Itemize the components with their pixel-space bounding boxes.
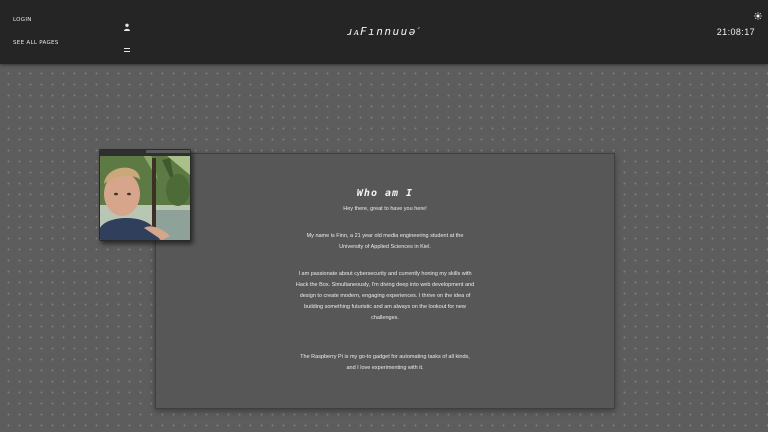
menu-icon[interactable] — [123, 39, 131, 52]
about-card: Who am I Hey there, great to have you he… — [155, 153, 615, 409]
sun-icon[interactable] — [754, 5, 762, 20]
profile-photo — [99, 149, 191, 241]
see-all-pages-link[interactable]: SEE ALL PAGES — [13, 40, 59, 46]
user-icon[interactable] — [123, 16, 131, 31]
login-link[interactable]: LOGIN — [13, 17, 32, 23]
greeting-text: Hey there, great to have you here! — [343, 206, 427, 212]
raspberry-pi-paragraph: The Raspberry Pi is my go-to gadget for … — [300, 354, 470, 371]
about-title: Who am I — [356, 187, 414, 199]
clock: 21:08:17 — [716, 27, 755, 37]
intro-paragraph: My name is Finn, a 21 year old media eng… — [306, 233, 464, 250]
site-logo[interactable]: ɹᴀFınnuuəˊ — [300, 25, 468, 38]
top-navigation-bar: LOGIN SEE ALL PAGES ɹᴀFınnuuəˊ 21:08:17 — [0, 0, 768, 64]
passion-paragraph: I am passionate about cybersecurity and … — [295, 271, 475, 321]
